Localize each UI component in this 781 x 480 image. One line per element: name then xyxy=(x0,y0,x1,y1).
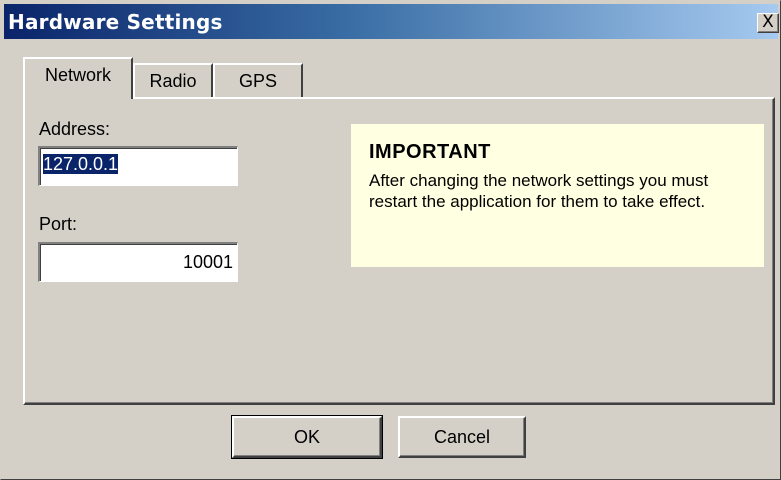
tab-gps-label: GPS xyxy=(238,71,277,91)
port-label: Port: xyxy=(39,214,78,234)
notice-title: IMPORTANT xyxy=(369,141,491,163)
tab-radio-label: Radio xyxy=(149,71,197,91)
cancel-button[interactable]: Cancel xyxy=(398,416,526,458)
tab-network-label: Network xyxy=(44,65,111,85)
port-field[interactable] xyxy=(38,242,238,282)
close-button[interactable]: X xyxy=(757,13,779,33)
dialog-title: Hardware Settings xyxy=(8,10,223,34)
hardware-settings-dialog: Hardware Settings X Network Radio GPS Ad… xyxy=(0,0,781,480)
tab-network[interactable]: Network xyxy=(23,57,133,99)
ok-button[interactable]: OK xyxy=(231,415,383,459)
tab-radio[interactable]: Radio xyxy=(133,63,213,99)
title-bar[interactable]: Hardware Settings X xyxy=(4,4,779,39)
close-icon: X xyxy=(762,12,774,32)
notice-body: After changing the network settings you … xyxy=(369,171,709,211)
address-label: Address: xyxy=(39,119,111,139)
important-notice: IMPORTANT After changing the network set… xyxy=(351,124,764,267)
address-field[interactable] xyxy=(38,146,238,186)
tab-gps[interactable]: GPS xyxy=(213,63,303,99)
